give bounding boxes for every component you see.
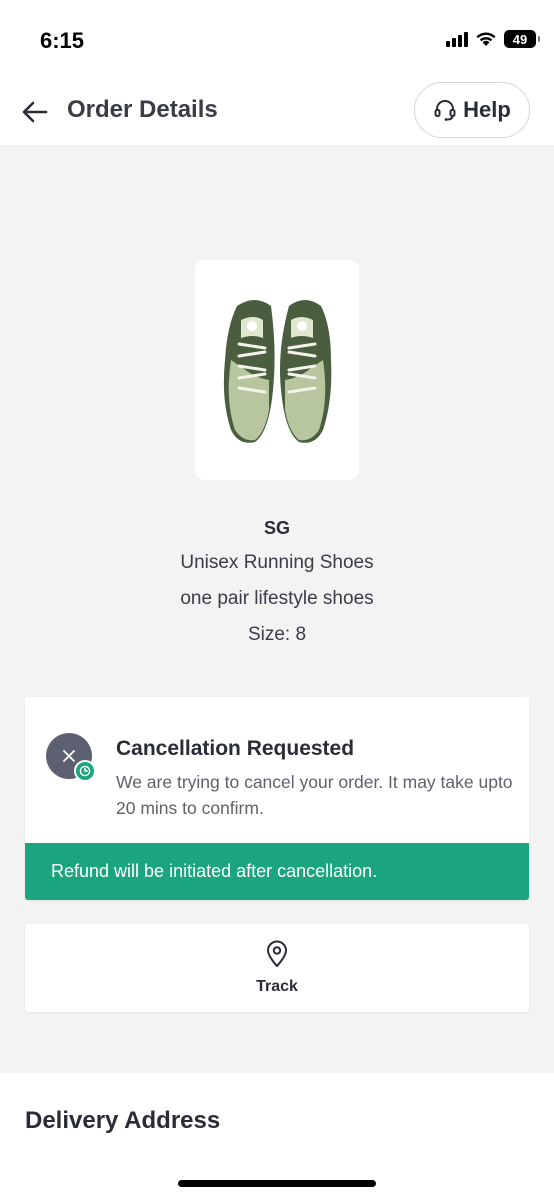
wifi-icon — [476, 32, 496, 46]
cellular-signal-icon — [446, 31, 468, 47]
home-indicator[interactable] — [178, 1180, 376, 1187]
help-button[interactable]: Help — [414, 82, 530, 138]
delivery-address-title: Delivery Address — [25, 1107, 221, 1134]
product-name: Unisex Running Shoes — [180, 552, 374, 573]
status-bar: 6:15 49 — [0, 0, 554, 80]
product-size: Size: 8 — [247, 624, 307, 645]
status-icons: 49 — [446, 30, 540, 48]
refund-banner: Refund will be initiated after cancellat… — [25, 843, 529, 900]
running-shoes-image — [195, 260, 359, 480]
page-title: Order Details — [67, 96, 218, 123]
cancel-x-icon — [46, 733, 96, 782]
headset-icon — [434, 100, 456, 121]
cancellation-description: We are trying to cancel your order. It m… — [116, 772, 513, 818]
product-description: one pair lifestyle shoes — [180, 588, 374, 609]
refund-note: Refund will be initiated after cancellat… — [51, 861, 378, 881]
location-pin-icon — [267, 940, 287, 967]
arrow-left-icon — [22, 101, 48, 123]
product-image[interactable] — [195, 260, 359, 480]
back-button[interactable] — [14, 92, 54, 132]
battery-icon: 49 — [504, 30, 540, 48]
clock-icon — [74, 760, 96, 782]
help-label: Help — [463, 97, 511, 122]
app-header: Order Details Help — [0, 80, 554, 145]
track-label: Track — [256, 978, 298, 995]
product-brand: SG — [263, 518, 290, 538]
cancellation-status-card: Cancellation Requested We are trying to … — [25, 697, 529, 900]
track-button[interactable]: Track — [25, 924, 529, 1012]
battery-level: 49 — [512, 31, 528, 47]
status-time: 6:15 — [40, 28, 85, 53]
cancellation-title: Cancellation Requested — [116, 737, 355, 760]
